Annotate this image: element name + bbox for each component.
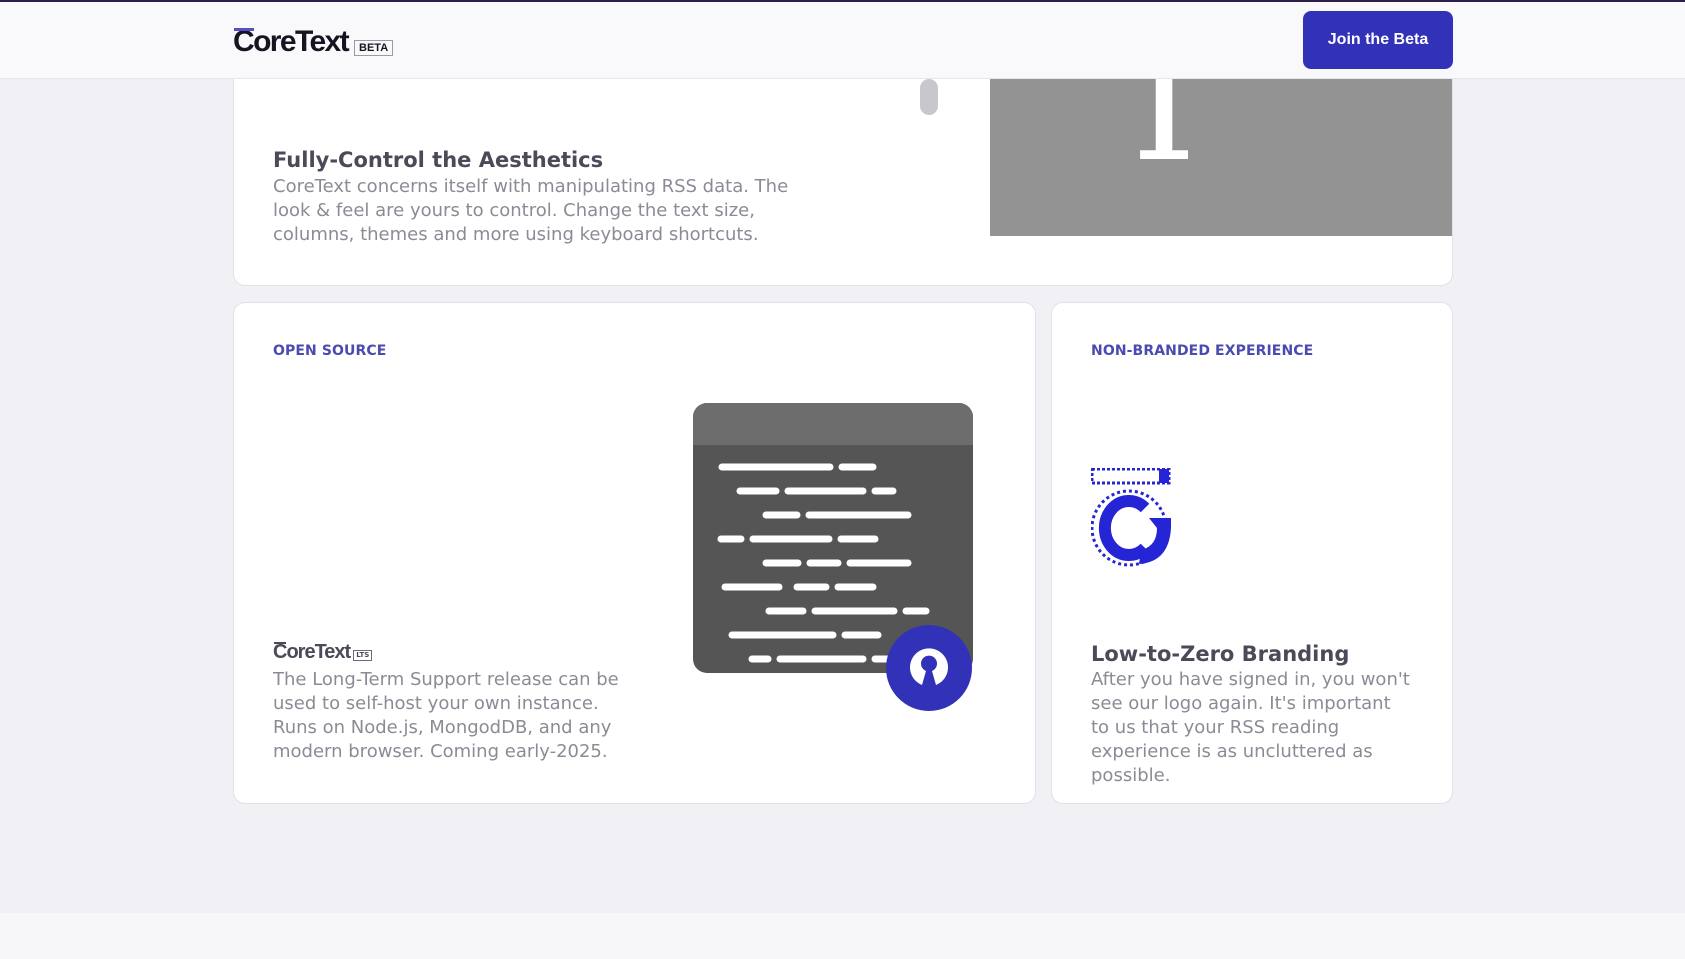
aesthetics-preview: T: [990, 41, 1452, 236]
non-branded-eyebrow: NON-BRANDED EXPERIENCE: [1091, 343, 1314, 359]
lts-logo-text: CoreText: [273, 641, 351, 663]
open-source-card: OPEN SOURCE CoreText LTS The Long-Term S…: [233, 302, 1036, 804]
code-window-titlebar: [693, 403, 973, 445]
open-source-eyebrow: OPEN SOURCE: [273, 343, 387, 359]
aesthetics-description: CoreText concerns itself with manipulati…: [273, 176, 789, 245]
non-branded-description: After you have signed in, you won't see …: [1091, 669, 1410, 786]
open-source-description: The Long-Term Support release can be use…: [273, 669, 619, 762]
footer-band: [0, 913, 1685, 959]
aesthetics-title: Fully-Control the Aesthetics: [273, 148, 604, 172]
logo-accent-bar: [234, 28, 254, 31]
top-accent-line: [0, 0, 1685, 2]
logo-wordmark: CoreText: [233, 26, 350, 58]
non-branded-title: Low-to-Zero Branding: [1091, 642, 1350, 666]
lts-accent-bar: [274, 642, 286, 644]
lts-wordmark: CoreText: [273, 641, 351, 663]
open-source-icon: [910, 648, 948, 685]
beta-badge: BETA: [354, 40, 394, 56]
open-source-badge: [886, 625, 972, 711]
coretext-lts-logo: CoreText LTS: [273, 641, 373, 663]
scroll-thumb[interactable]: [920, 79, 938, 115]
lts-badge: LTS: [353, 650, 373, 661]
coretext-logo[interactable]: CoreText BETA: [233, 26, 394, 58]
join-beta-button[interactable]: Join the Beta: [1303, 11, 1453, 69]
non-branded-card: NON-BRANDED EXPERIENCE Low-to-Zero Brand…: [1051, 302, 1453, 804]
coretext-monogram-icon: [1091, 468, 1171, 567]
site-header: CoreText BETA Join the Beta: [0, 2, 1685, 79]
